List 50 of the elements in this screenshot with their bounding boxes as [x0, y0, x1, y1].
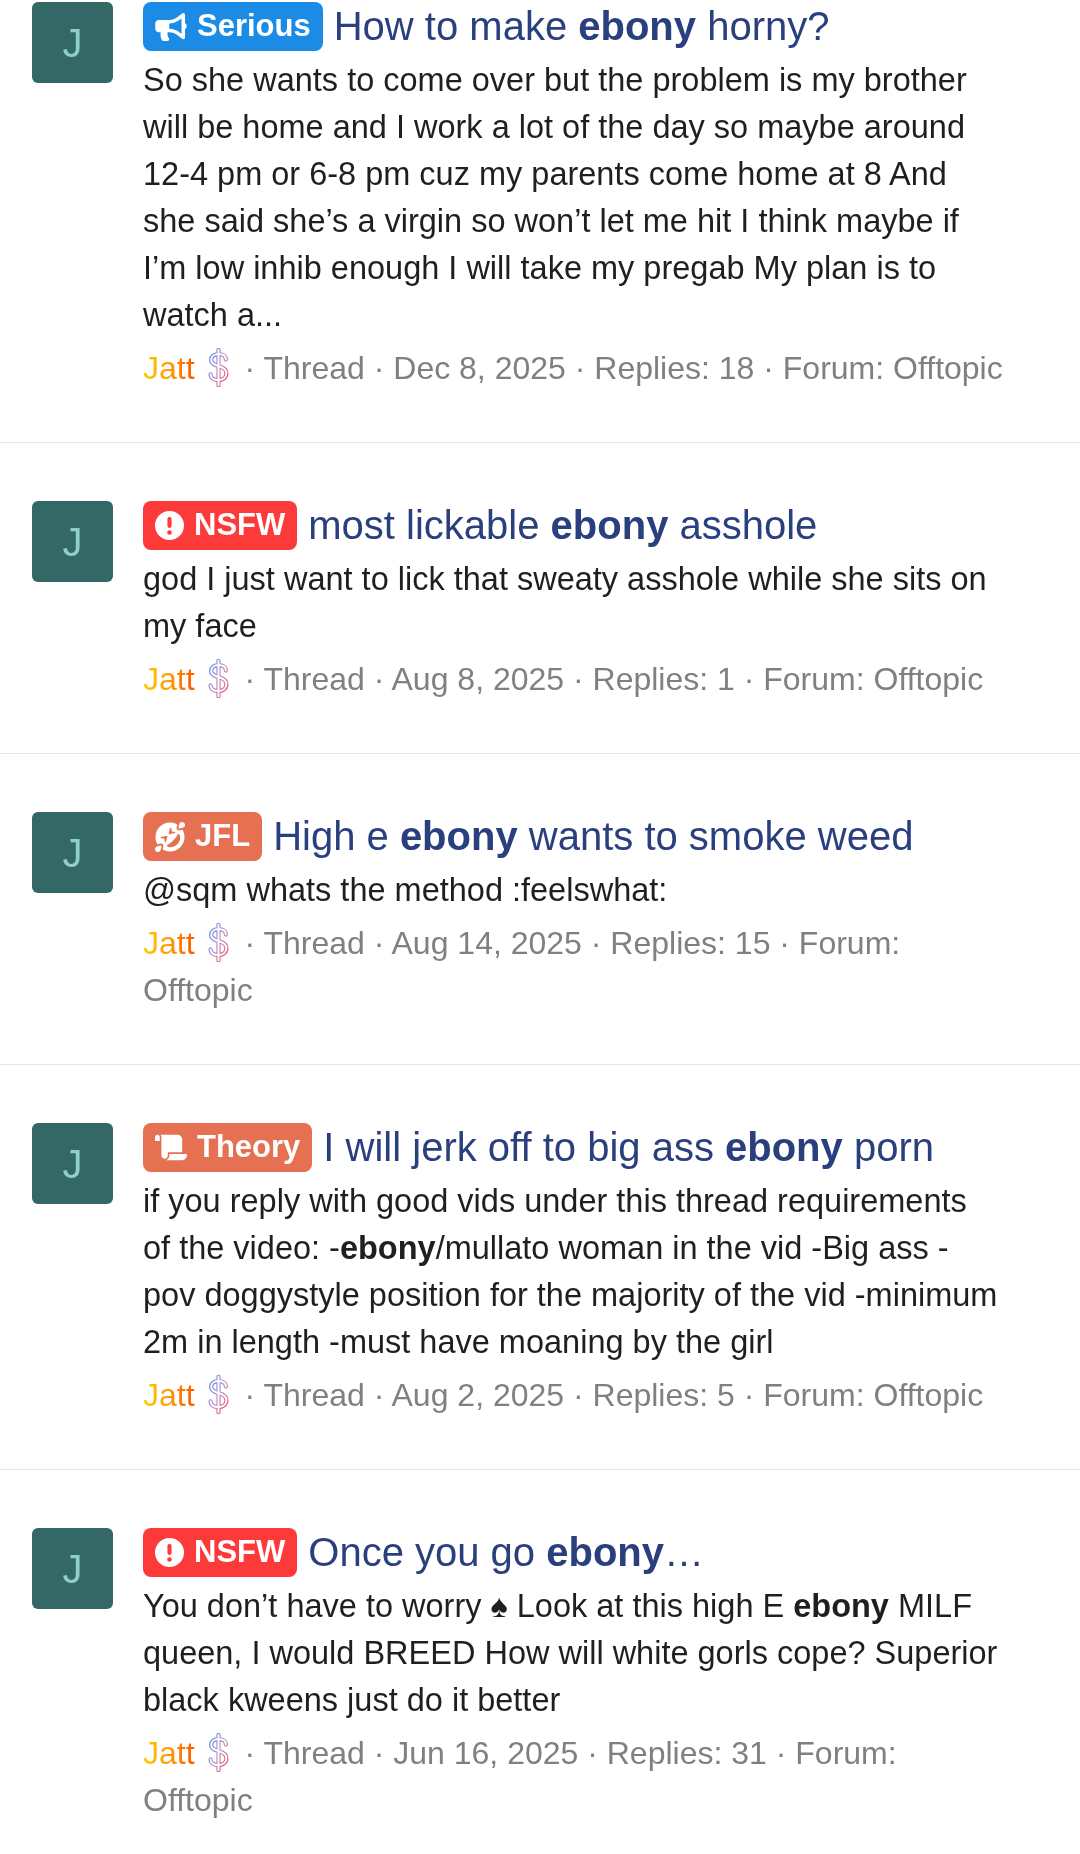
thread-meta-text: · Aug 14, 2025	[373, 925, 582, 961]
thread-meta-text: · Jun 16, 2025	[373, 1735, 579, 1771]
thread-snippet: @sqm whats the method :feelswhat:	[143, 871, 669, 910]
avatar[interactable]: J	[32, 812, 113, 893]
thread-meta-text: · Thread	[244, 925, 365, 961]
thread-meta-text: · Thread	[244, 1735, 365, 1771]
thread-meta-text: · Replies: 1	[573, 661, 735, 697]
forum-link[interactable]: Offtopic	[143, 1782, 253, 1818]
thread-prefix-tag[interactable]: Serious	[143, 2, 323, 51]
thread-prefix-tag[interactable]: Theory	[143, 1123, 313, 1172]
thread-meta-text: · Thread	[244, 1377, 365, 1413]
alert-icon	[155, 1538, 184, 1567]
thread-meta-text: · Forum:	[743, 1377, 865, 1413]
thread-meta-text: · Thread	[244, 661, 365, 697]
thread-snippet: So she wants to come over but the problem is my brother will be home and I work a lot of the day so maybe around 12-4 pm or 6-8 pm cuz my parents come home at 8 And she said she’s a virgin so won’t let me hit I think maybe if I’m low inhib enough I will take my pregab My plan is to watch a...	[143, 61, 968, 335]
thread-meta-text: · Replies: 31	[587, 1735, 767, 1771]
thread-meta-text: · Forum:	[743, 661, 865, 697]
thread-snippet: You don’t have to worry ♠ Look at this high E ebony MILF queen, I would BREED How will white gorls cope? Superior black kweens just do it better	[143, 1587, 999, 1720]
avatar[interactable]: J	[32, 501, 113, 582]
thread-title-link[interactable]: I will jerk off to big ass ebony porn	[323, 1123, 934, 1172]
thread-meta-text: · Forum:	[779, 925, 901, 961]
thread-title-link[interactable]: How to make ebony horny?	[333, 2, 830, 51]
scroll-icon	[155, 1133, 187, 1162]
thread-meta-text: · Replies: 5	[573, 1377, 735, 1413]
thread-title-link[interactable]: High e ebony wants to smoke weed	[273, 812, 914, 861]
forum-link[interactable]: Offtopic	[873, 661, 984, 697]
alert-icon	[155, 511, 184, 540]
forum-link[interactable]: Offtopic	[893, 350, 1003, 386]
thread-meta-text: · Forum:	[763, 350, 885, 386]
thread-title-link[interactable]: most lickable ebony asshole	[308, 501, 818, 550]
forum-link[interactable]: Offtopic	[873, 1377, 984, 1413]
thread-title-link[interactable]: Once you go ebony…	[308, 1528, 704, 1577]
thread-meta-text: · Aug 2, 2025	[373, 1377, 565, 1413]
thread-prefix-tag[interactable]: JFL	[143, 812, 263, 861]
thread-meta-text: · Dec 8, 2025	[373, 350, 566, 386]
avatar[interactable]: J	[32, 1123, 113, 1204]
thread-meta-text: · Forum:	[775, 1735, 897, 1771]
avatar[interactable]: J	[32, 2, 113, 83]
thread-meta-text: · Replies: 18	[574, 350, 755, 386]
thread-prefix-tag[interactable]: NSFW	[143, 501, 298, 550]
thread-meta-text: · Replies: 15	[590, 925, 771, 961]
thread-meta-text: · Aug 8, 2025	[373, 661, 565, 697]
thread-prefix-tag[interactable]: NSFW	[143, 1528, 298, 1577]
thread-snippet: if you reply with good vids under this thread requirements of the video: -ebony/mullato woman in the vid -Big ass -pov doggystyle position for the majority of the vid -minimum 2m in length -must have moaning by the girl	[143, 1182, 999, 1362]
megaphone-icon	[155, 12, 187, 41]
laughing-face-icon	[155, 821, 185, 852]
avatar[interactable]: J	[32, 1528, 113, 1609]
thread-meta-text: · Thread	[244, 350, 365, 386]
thread-snippet: god I just want to lick that sweaty asshole while she sits on my face	[143, 560, 988, 646]
forum-link[interactable]: Offtopic	[143, 972, 253, 1008]
